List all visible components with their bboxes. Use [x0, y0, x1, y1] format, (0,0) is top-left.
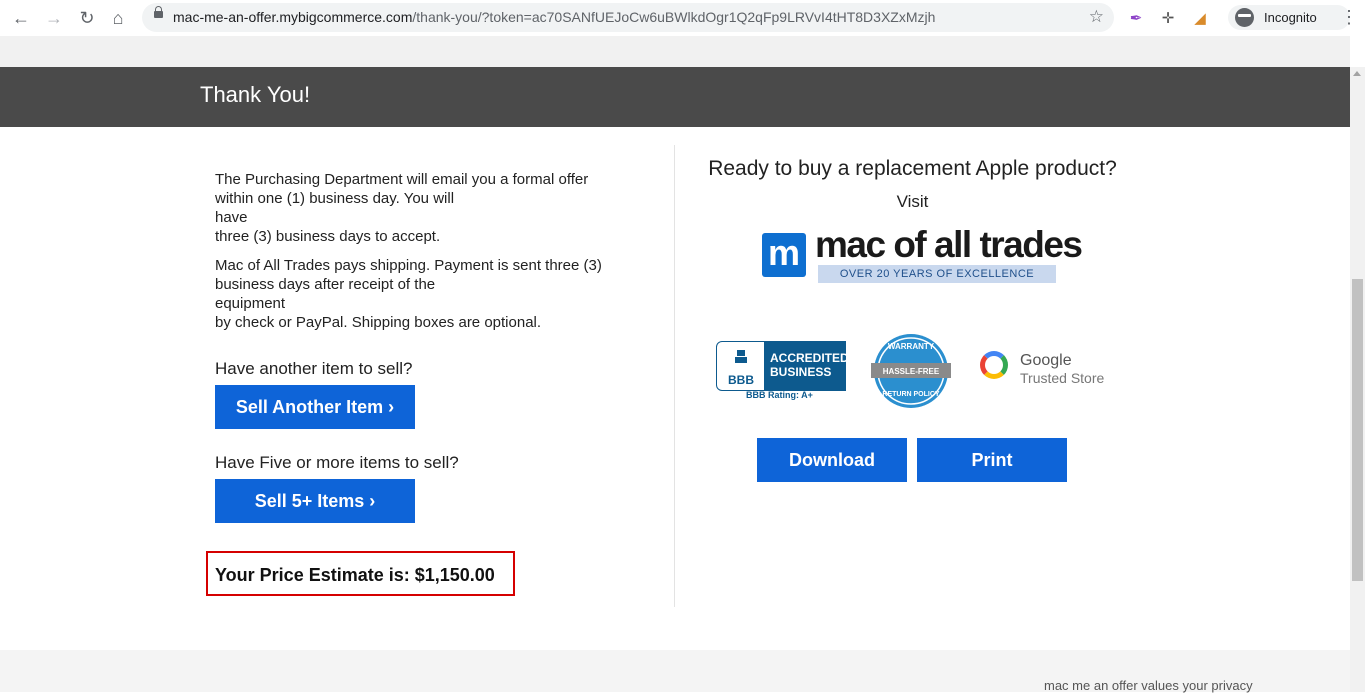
- incognito-label: Incognito: [1264, 10, 1317, 25]
- google-trusted-label: Trusted Store: [1020, 370, 1105, 386]
- reload-icon[interactable]: ↻: [76, 7, 98, 29]
- print-button[interactable]: Print: [917, 438, 1067, 482]
- bookmark-star-icon[interactable]: ☆: [1089, 7, 1104, 27]
- price-estimate-box: Your Price Estimate is: $1,150.00: [206, 551, 515, 596]
- scroll-up-arrow-icon[interactable]: [1353, 71, 1361, 76]
- offer-line: The Purchasing Department will email you…: [215, 171, 589, 188]
- feather-extension-icon[interactable]: ✒: [1126, 8, 1146, 28]
- bbb-rating: BBB Rating: A+: [746, 390, 813, 400]
- incognito-icon: [1235, 8, 1254, 27]
- browser-toolbar: ← → ↻ ⌂ mac-me-an-offer.mybigcommerce.co…: [0, 0, 1365, 36]
- google-trusted-store-badge[interactable]: Google Trusted Store: [980, 351, 1120, 391]
- bbb-label: ACCREDITED BUSINESS: [764, 341, 849, 391]
- sell-another-item-button[interactable]: Sell Another Item ›: [215, 385, 415, 429]
- logo-tagline-ribbon: OVER 20 YEARS OF EXCELLENCE: [818, 265, 1056, 283]
- home-icon[interactable]: ⌂: [107, 7, 129, 29]
- bbb-mark: BBB: [728, 373, 754, 387]
- warranty-mid-text: HASSLE-FREE: [883, 367, 940, 376]
- offer-line: within one (1) business day. You will: [215, 190, 455, 207]
- five-items-question: Have Five or more items to sell?: [215, 453, 459, 472]
- page-footer: mac me an offer values your privacy: [0, 650, 1350, 693]
- url-host: mac-me-an-offer.mybigcommerce.com: [173, 9, 413, 25]
- logo-wordmark: mac of all trades: [815, 224, 1083, 265]
- address-bar[interactable]: mac-me-an-offer.mybigcommerce.com/thank-…: [142, 3, 1114, 32]
- offer-info-column: The Purchasing Department will email you…: [215, 170, 655, 342]
- google-check-icon: [980, 351, 1008, 379]
- page-top-strip: [0, 36, 1350, 67]
- privacy-notice[interactable]: mac me an offer values your privacy: [1044, 678, 1253, 693]
- google-name: Google: [1020, 352, 1072, 369]
- offer-paragraph: The Purchasing Department will email you…: [215, 170, 655, 246]
- page-title: Thank You!: [200, 82, 311, 107]
- replacement-heading: Ready to buy a replacement Apple product…: [708, 157, 1117, 180]
- warranty-seal-icon: WARRANTY HASSLE-FREE RETURN POLICY: [871, 334, 951, 408]
- browser-menu-icon[interactable]: ⋮: [1340, 8, 1358, 26]
- offer-line: have: [215, 209, 248, 226]
- shipping-line: by check or PayPal. Shipping boxes are o…: [215, 314, 542, 331]
- column-divider: [674, 145, 675, 607]
- shipping-paragraph: Mac of All Trades pays shipping. Payment…: [215, 256, 655, 332]
- visit-label: Visit: [896, 192, 929, 211]
- bbb-torch-icon: BBB: [716, 341, 766, 391]
- bbb-accredited-badge[interactable]: BBB ACCREDITED BUSINESS: [716, 341, 849, 391]
- shipping-line: equipment: [215, 295, 286, 312]
- sell-five-items-button[interactable]: Sell 5+ Items ›: [215, 479, 415, 523]
- url-path: /thank-you/?token=ac70SANfUEJoCw6uBWlkdO…: [412, 9, 936, 25]
- url-text[interactable]: mac-me-an-offer.mybigcommerce.com/thank-…: [173, 9, 935, 25]
- mac-of-all-trades-logo[interactable]: m mac of all trades OVER 20 YEARS OF EXC…: [762, 224, 1083, 288]
- scrollbar[interactable]: [1350, 67, 1365, 692]
- shipping-line: business days after receipt of the: [215, 276, 436, 293]
- download-button[interactable]: Download: [757, 438, 907, 482]
- page-header: Thank You!: [0, 67, 1350, 127]
- incognito-badge[interactable]: Incognito: [1228, 5, 1350, 30]
- warranty-bottom-text: RETURN POLICY: [882, 391, 940, 398]
- price-estimate-text: Your Price Estimate is: $1,150.00: [215, 565, 495, 585]
- bbb-line: ACCREDITED: [770, 351, 849, 365]
- bbb-line: BUSINESS: [770, 365, 832, 379]
- ruler-extension-icon[interactable]: ◢: [1190, 8, 1210, 28]
- forward-arrow-icon[interactable]: →: [43, 7, 65, 29]
- back-arrow-icon[interactable]: ←: [10, 7, 32, 29]
- scroll-thumb[interactable]: [1352, 279, 1363, 581]
- another-item-question: Have another item to sell?: [215, 359, 413, 378]
- offer-line: three (3) business days to accept.: [215, 228, 441, 245]
- mac-of-all-trades-m-icon: m: [762, 233, 806, 277]
- warranty-top-text: WARRANTY: [888, 342, 935, 351]
- shipping-line: Mac of All Trades pays shipping. Payment…: [215, 257, 602, 274]
- move-extension-icon[interactable]: ✛: [1158, 8, 1178, 28]
- lock-icon: [154, 6, 163, 18]
